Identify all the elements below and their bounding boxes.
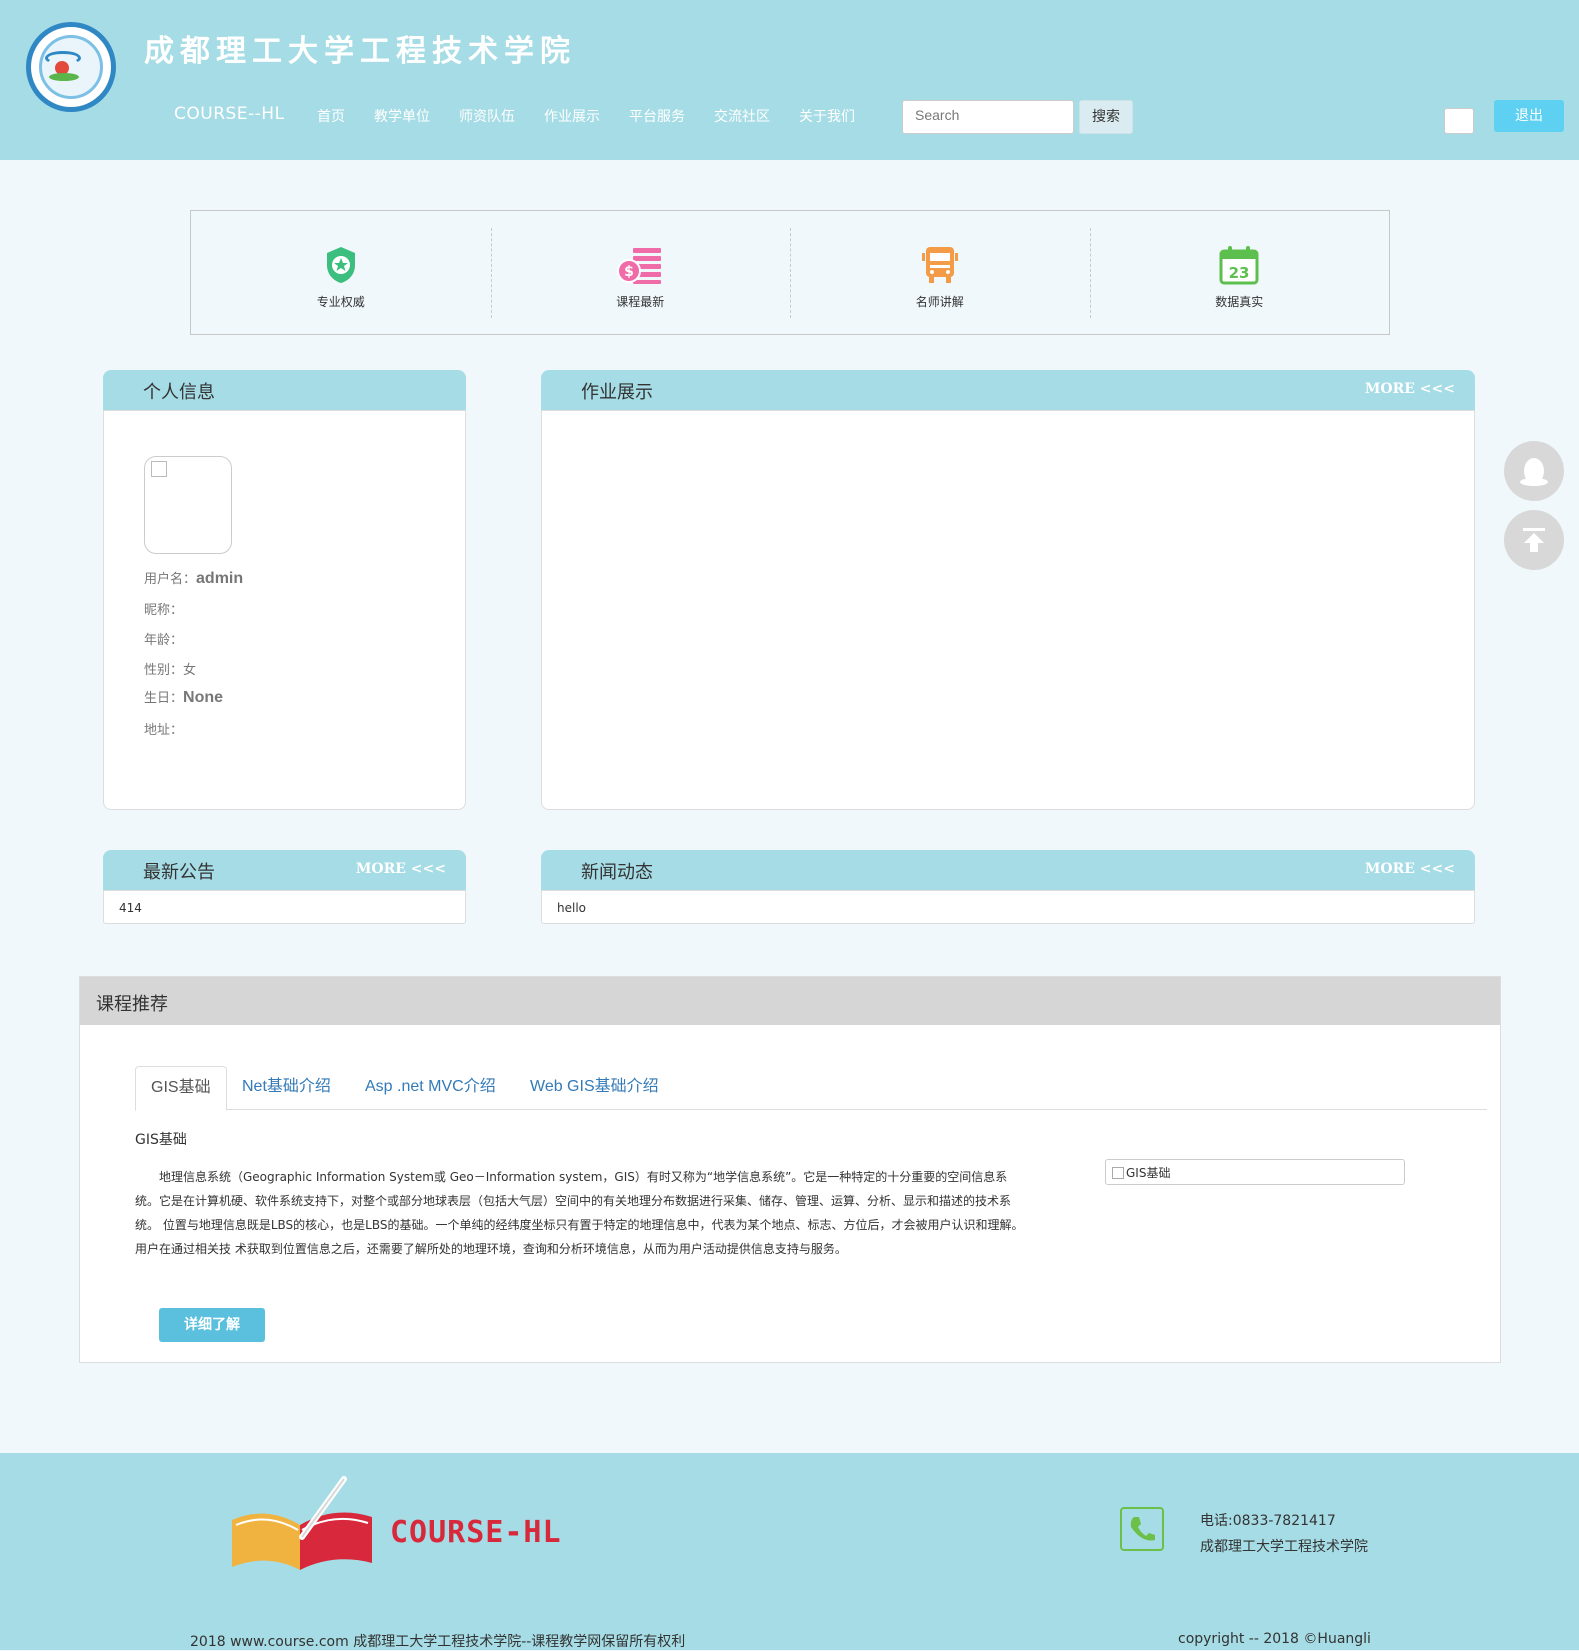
feature-real-data[interactable]: 23 数据真实 — [1089, 211, 1390, 334]
profile-panel: 用户名：admin 昵称： 年龄： 性别：女 生日：None 地址： — [103, 410, 466, 810]
panel-title: 新闻动态 — [581, 862, 653, 883]
bus-icon — [921, 247, 958, 283]
nav-platform-services[interactable]: 平台服务 — [629, 106, 685, 126]
nav-home[interactable]: 首页 — [317, 106, 345, 126]
broken-image-icon — [1112, 1167, 1124, 1179]
news-panel: hello — [541, 890, 1475, 924]
nav-homework[interactable]: 作业展示 — [544, 106, 600, 126]
course-header: 课程推荐 — [80, 977, 1500, 1025]
back-to-top-button[interactable] — [1504, 510, 1564, 570]
money-list-icon: $ — [617, 248, 662, 284]
birthday-row: 生日：None — [144, 689, 224, 706]
contact-phone: 电话:0833-7821417 — [1200, 1513, 1336, 1529]
nav-faculty[interactable]: 师资队伍 — [459, 106, 515, 126]
tab-net-basics[interactable]: Net基础介绍 — [227, 1066, 346, 1110]
feature-teacher-lectures[interactable]: 名师讲解 — [790, 211, 1090, 334]
course-image: GIS基础 — [1105, 1159, 1405, 1185]
course-tabs: GIS基础 Net基础介绍 Asp .net MVC介绍 Web GIS基础介绍 — [135, 1066, 1487, 1111]
search-button[interactable]: 搜索 — [1079, 100, 1133, 134]
news-item[interactable]: hello — [557, 901, 586, 915]
shield-star-icon — [326, 247, 355, 283]
tab-gis-basics[interactable]: GIS基础 — [135, 1066, 227, 1111]
book-logo-icon — [232, 1476, 372, 1570]
header: 成都理工大学工程技术学院 COURSE--HL 首页 教学单位 师资队伍 作业展… — [0, 0, 1579, 160]
footer-brand: COURSE-HL — [390, 1515, 562, 1550]
announcements-panel: 414 — [103, 890, 466, 924]
panel-title: 个人信息 — [143, 382, 215, 403]
school-title: 成都理工大学工程技术学院 — [144, 34, 576, 69]
news-panel-header: 新闻动态 MORE <<< — [541, 850, 1475, 890]
nickname-row: 昵称： — [144, 603, 184, 618]
username-value: admin — [196, 570, 244, 587]
gender-value: 女 — [183, 663, 197, 678]
tab-aspnet-mvc[interactable]: Asp .net MVC介绍 — [350, 1066, 511, 1110]
copyright-right: copyright -- 2018 ©Huangli — [1178, 1631, 1371, 1647]
news-more-link[interactable]: MORE <<< — [1365, 861, 1455, 877]
contact-school: 成都理工大学工程技术学院 — [1200, 1539, 1368, 1555]
course-subtitle: GIS基础 — [135, 1132, 187, 1148]
user-avatar[interactable] — [1444, 108, 1474, 134]
profile-photo — [144, 456, 232, 554]
course-recommendations: 课程推荐 GIS基础 Net基础介绍 Asp .net MVC介绍 Web GI… — [79, 976, 1501, 1363]
broken-image-icon — [151, 461, 167, 477]
panel-title: 最新公告 — [143, 862, 215, 883]
homework-panel-header: 作业展示 MORE <<< — [541, 370, 1475, 410]
username-row: 用户名：admin — [144, 570, 244, 587]
gender-row: 性别：女 — [144, 663, 197, 678]
svg-text:23: 23 — [1229, 264, 1250, 282]
feature-authority[interactable]: 专业权威 — [191, 211, 491, 334]
feature-label: 专业权威 — [316, 295, 365, 309]
profile-panel-header: 个人信息 — [103, 370, 466, 410]
learn-more-button[interactable]: 详细了解 — [159, 1308, 265, 1342]
nav-teaching-units[interactable]: 教学单位 — [374, 106, 430, 126]
feature-label: 数据真实 — [1215, 295, 1264, 309]
school-logo[interactable] — [26, 22, 116, 112]
arrow-up-icon — [1523, 528, 1545, 552]
homework-more-link[interactable]: MORE <<< — [1365, 381, 1455, 397]
section-title: 课程推荐 — [96, 994, 168, 1015]
course-description: 地理信息系统（Geographic Information System或 Ge… — [135, 1170, 1024, 1256]
brand-link[interactable]: COURSE--HL — [174, 104, 285, 124]
features-bar: 专业权威 $ 课程最新 名师讲解 23 数据真实 — [190, 210, 1390, 335]
age-row: 年龄： — [144, 633, 184, 648]
announcements-panel-header: 最新公告 MORE <<< — [103, 850, 466, 890]
feature-latest-courses[interactable]: $ 课程最新 — [490, 211, 791, 334]
nav-about[interactable]: 关于我们 — [799, 106, 855, 126]
calendar-icon: 23 — [1219, 246, 1259, 285]
search-input[interactable]: Search — [902, 100, 1074, 134]
announcements-more-link[interactable]: MORE <<< — [356, 861, 446, 877]
nav-community[interactable]: 交流社区 — [714, 106, 770, 126]
panel-title: 作业展示 — [581, 382, 653, 403]
copyright-left: 2018 www.course.com 成都理工大学工程技术学院--课程教学网保… — [190, 1634, 686, 1650]
tab-web-gis[interactable]: Web GIS基础介绍 — [515, 1066, 674, 1110]
announcement-item[interactable]: 414 — [119, 901, 142, 915]
birthday-value: None — [183, 689, 224, 706]
main-nav: 首页 教学单位 师资队伍 作业展示 平台服务 交流社区 关于我们 — [317, 106, 855, 126]
qq-chat-button[interactable] — [1504, 441, 1564, 501]
address-row: 地址： — [144, 723, 184, 738]
phone-icon — [1120, 1507, 1164, 1551]
feature-label: 名师讲解 — [915, 295, 964, 309]
svg-text:$: $ — [624, 264, 634, 280]
penguin-icon — [1520, 458, 1548, 486]
homework-panel — [541, 410, 1475, 810]
footer: COURSE-HL 电话:0833-7821417 成都理工大学工程技术学院 2… — [0, 1453, 1579, 1650]
feature-label: 课程最新 — [616, 295, 665, 309]
logout-button[interactable]: 退出 — [1494, 100, 1564, 132]
